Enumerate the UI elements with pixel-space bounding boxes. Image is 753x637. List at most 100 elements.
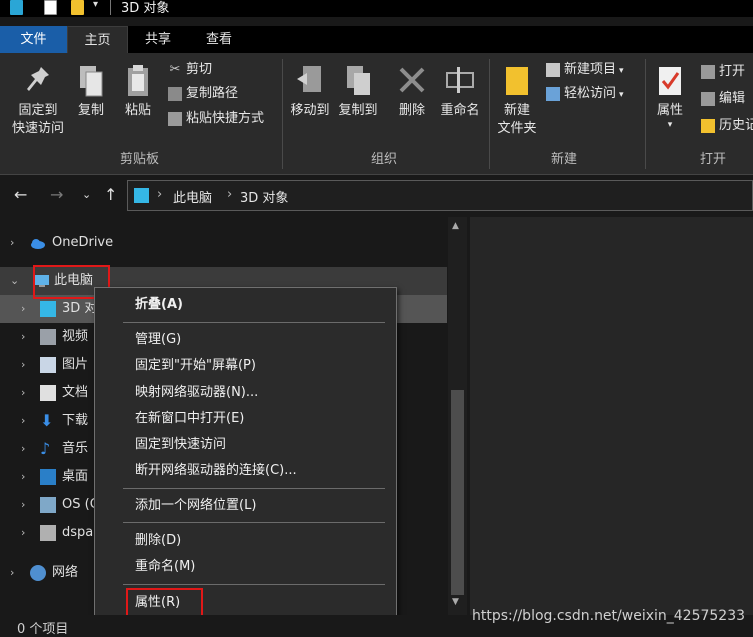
history-button[interactable]: 历史记 <box>701 116 753 136</box>
properties-checkbox-icon[interactable] <box>44 0 57 15</box>
easy-access-label: 轻松访问 <box>564 86 617 101</box>
menu-item-rename[interactable]: 重命名(M) <box>135 558 195 576</box>
menu-item-add-network-location[interactable]: 添加一个网络位置(L) <box>135 497 256 515</box>
history-label: 历史记 <box>719 118 753 133</box>
breadcrumb-this-pc[interactable]: 此电脑 <box>173 187 212 206</box>
tab-home[interactable]: 主页 <box>67 26 128 53</box>
properties-label: 属性 <box>656 103 683 118</box>
collapse-chevron-icon[interactable]: ⌄ <box>10 267 19 295</box>
move-to-label: 移动到 <box>290 103 330 118</box>
desktop-icon <box>40 469 56 485</box>
menu-item-open-new-window[interactable]: 在新窗口中打开(E) <box>135 410 244 428</box>
expand-chevron-icon[interactable]: › <box>21 435 25 463</box>
folder-icon[interactable] <box>71 0 84 15</box>
paste-button[interactable]: 粘贴 <box>118 63 158 120</box>
move-to-button[interactable]: 移动到 <box>286 63 334 120</box>
nav-label-documents: 文档 <box>62 385 89 400</box>
pin-label-1: 固定到 <box>18 103 58 118</box>
menu-item-collapse[interactable]: 折叠(A) <box>135 296 183 314</box>
nav-scroll-thumb[interactable] <box>451 390 464 595</box>
expand-chevron-icon[interactable]: › <box>10 559 14 587</box>
recent-locations-chevron-icon[interactable]: ⌄ <box>82 188 91 201</box>
menu-item-disconnect-drive[interactable]: 断开网络驱动器的连接(C)... <box>135 462 297 480</box>
menu-item-manage[interactable]: 管理(G) <box>135 331 181 349</box>
properties-icon <box>659 67 681 95</box>
video-icon <box>40 329 56 345</box>
expand-chevron-icon[interactable]: › <box>21 351 25 379</box>
history-icon <box>701 118 715 133</box>
open-icon <box>701 64 715 79</box>
scroll-down-icon[interactable]: ▼ <box>452 597 459 607</box>
menu-item-delete[interactable]: 删除(D) <box>135 532 181 550</box>
new-folder-label-2: 文件夹 <box>497 121 537 136</box>
group-label-organize: 组织 <box>371 152 398 167</box>
forward-arrow-icon[interactable]: → <box>50 185 63 204</box>
cut-label: 剪切 <box>186 62 213 77</box>
expand-chevron-icon[interactable]: › <box>21 519 25 547</box>
copy-to-label: 复制到 <box>338 103 378 118</box>
up-arrow-icon[interactable]: ↑ <box>104 185 117 204</box>
document-icon <box>40 385 56 401</box>
nav-item-onedrive[interactable]: › OneDrive <box>0 229 447 257</box>
cube-3d-icon <box>134 188 149 203</box>
new-folder-button[interactable]: 新建 文件夹 <box>492 63 542 138</box>
expand-chevron-icon[interactable]: › <box>21 295 25 323</box>
rename-button[interactable]: 重命名 <box>436 63 484 120</box>
expand-chevron-icon[interactable]: › <box>21 379 25 407</box>
address-chevron-icon[interactable]: › <box>157 187 162 202</box>
copy-path-icon <box>168 86 182 101</box>
copy-button[interactable]: 复制 <box>72 63 110 120</box>
tab-share[interactable]: 共享 <box>128 26 188 53</box>
open-button[interactable]: 打开 <box>701 62 745 82</box>
scroll-up-icon[interactable]: ▲ <box>452 221 459 231</box>
nav-label-videos: 视频 <box>62 329 89 344</box>
expand-chevron-icon[interactable]: › <box>21 323 25 351</box>
easy-access-button[interactable]: 轻松访问 ▾ <box>546 84 624 104</box>
menu-separator <box>123 584 385 585</box>
open-label: 打开 <box>719 64 746 79</box>
network-drive-icon <box>40 525 56 541</box>
expand-chevron-icon[interactable]: › <box>21 407 25 435</box>
address-bar[interactable]: › 此电脑 › 3D 对象 <box>127 180 753 211</box>
group-label-clipboard: 剪贴板 <box>120 152 160 167</box>
cut-button[interactable]: ✂ 剪切 <box>168 60 212 80</box>
chevron-down-icon: ▾ <box>667 120 673 130</box>
windows-drive-icon <box>40 497 56 513</box>
edit-icon <box>701 91 715 106</box>
pin-quick-access-button[interactable]: 固定到 快速访问 <box>6 63 70 138</box>
tab-file[interactable]: 文件 <box>0 26 67 53</box>
picture-icon <box>40 357 56 373</box>
expand-chevron-icon[interactable]: › <box>21 491 25 519</box>
expand-chevron-icon[interactable]: › <box>10 229 14 257</box>
new-folder-label-1: 新建 <box>503 103 530 118</box>
menu-item-map-drive[interactable]: 映射网络驱动器(N)... <box>135 384 258 402</box>
breadcrumb-3d-objects[interactable]: 3D 对象 <box>240 187 288 206</box>
tab-view[interactable]: 查看 <box>188 26 250 53</box>
nav-label-network: 网络 <box>52 565 79 580</box>
address-chevron-icon[interactable]: › <box>227 187 232 202</box>
paste-label: 粘贴 <box>124 103 151 118</box>
file-list-pane <box>470 217 753 615</box>
edit-button[interactable]: 编辑 <box>701 89 745 109</box>
nav-label-3d-objects: 3D 对 <box>62 301 98 316</box>
nav-label-pictures: 图片 <box>62 357 89 372</box>
copy-label: 复制 <box>77 103 104 118</box>
back-arrow-icon[interactable]: ← <box>14 185 27 204</box>
delete-x-icon <box>399 67 425 93</box>
delete-button[interactable]: 删除 <box>393 63 431 120</box>
nav-label-desktop: 桌面 <box>62 469 89 484</box>
new-item-button[interactable]: 新建项目 ▾ <box>546 60 624 80</box>
menu-item-pin-quick[interactable]: 固定到快速访问 <box>135 436 226 454</box>
new-item-icon <box>546 62 560 77</box>
clipboard-icon <box>128 65 148 96</box>
properties-button[interactable]: 属性 ▾ <box>650 63 690 130</box>
copy-to-button[interactable]: 复制到 <box>334 63 382 120</box>
context-menu: 折叠(A) 管理(G) 固定到"开始"屏幕(P) 映射网络驱动器(N)... 在… <box>94 287 397 621</box>
paste-shortcut-button[interactable]: 粘贴快捷方式 <box>168 109 264 129</box>
app-icon <box>10 0 23 15</box>
new-folder-icon <box>506 67 528 95</box>
copy-path-button[interactable]: 复制路径 <box>168 84 238 104</box>
expand-chevron-icon[interactable]: › <box>21 463 25 491</box>
quick-access-dropdown-icon[interactable]: ▾ <box>93 0 98 10</box>
menu-item-pin-start[interactable]: 固定到"开始"屏幕(P) <box>135 357 256 375</box>
